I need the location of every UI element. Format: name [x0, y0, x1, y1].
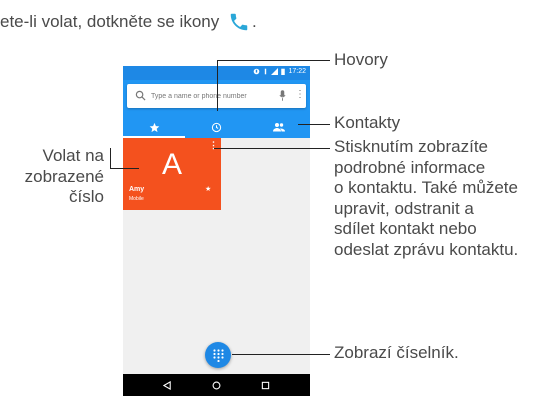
- mic-icon[interactable]: [279, 90, 286, 101]
- annotation-volat: Volat na zobrazené číslo: [0, 146, 104, 208]
- contact-number-type: Mobile: [129, 196, 144, 202]
- dialpad-button[interactable]: [205, 342, 231, 368]
- annotation-kontakty: Kontakty: [334, 113, 401, 132]
- wifi-icon: [265, 68, 267, 75]
- callout-line-hovory-horizontal: [217, 60, 330, 61]
- annotation-details-line: Stisknutím zobrazíte: [334, 137, 489, 156]
- intro-label: ete-li volat, dotkněte se ikony: [0, 12, 220, 31]
- callout-line-hovory-vertical: [217, 60, 218, 111]
- navigation-bar: [123, 374, 310, 396]
- dialpad-icon: [212, 348, 224, 362]
- tab-bar: [123, 116, 310, 138]
- phone-call-icon: [230, 13, 248, 31]
- callout-line-kontakty: [298, 124, 330, 125]
- annotation-volat-line: číslo: [69, 187, 104, 206]
- annotation-details-line: sdílet kontakt nebo: [334, 219, 477, 238]
- annotation-details-line: o kontaktu. Také můžete: [334, 178, 518, 197]
- back-icon[interactable]: [163, 380, 172, 390]
- annotation-details: Stisknutím zobrazíte podrobné informace …: [334, 137, 518, 260]
- callout-line-volat-vertical: [110, 148, 111, 169]
- annotation-dialer: Zobrazí číselník.: [334, 343, 459, 362]
- annotation-details-line: podrobné informace: [334, 157, 486, 177]
- annotation-volat-line: zobrazené: [24, 166, 104, 186]
- annotation-details-line: odeslat zprávu kontaktu.: [334, 239, 519, 259]
- tab-recents[interactable]: [185, 116, 247, 138]
- signal-icon: [271, 68, 279, 75]
- recents-icon[interactable]: [261, 381, 270, 390]
- home-icon[interactable]: [212, 381, 221, 390]
- notification-icon: [254, 68, 260, 75]
- annotation-details-line: upravit, odstranit a: [334, 198, 474, 218]
- callout-line-dialer: [232, 354, 330, 355]
- contact-initial: A: [161, 148, 182, 181]
- callout-line-volat-horizontal: [110, 168, 139, 169]
- favorite-star-icon: ★: [205, 186, 212, 193]
- search-input[interactable]: [151, 89, 271, 103]
- callout-line-details: [214, 148, 330, 149]
- favorite-contact-card[interactable]: A ⋮ Amy Mobile ★: [123, 138, 221, 210]
- annotation-hovory: Hovory: [334, 50, 388, 69]
- search-icon: [135, 90, 146, 101]
- status-time: 17:22: [288, 68, 306, 75]
- intro-text: ete-li volat, dotkněte se ikony .: [0, 12, 257, 31]
- phone-screen: 17:22 ⋮ A ⋮ Amy Mobile ★: [123, 66, 310, 396]
- battery-icon: [281, 68, 286, 75]
- tab-contacts[interactable]: [248, 116, 310, 138]
- tab-favorites[interactable]: [123, 116, 186, 138]
- clock-icon: [211, 122, 222, 132]
- annotation-volat-line: Volat na: [42, 146, 104, 165]
- people-icon: [272, 123, 285, 132]
- contact-name: Amy: [129, 186, 145, 193]
- more-options-icon[interactable]: ⋮: [295, 89, 305, 101]
- star-icon: [149, 122, 159, 132]
